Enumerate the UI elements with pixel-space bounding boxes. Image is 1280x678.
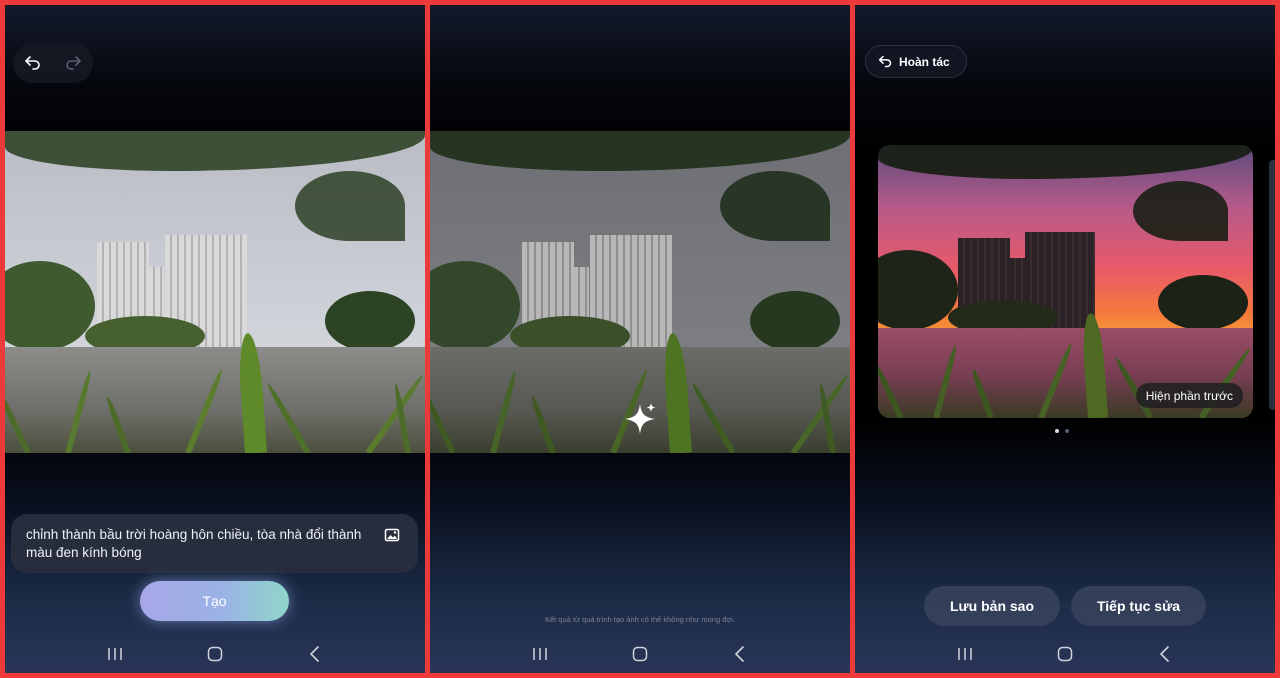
system-nav-bar <box>430 641 850 667</box>
recent-apps-icon <box>533 648 547 660</box>
home-icon <box>632 646 648 662</box>
back-icon <box>734 646 744 662</box>
undo-button[interactable]: Hoàn tác <box>865 45 967 78</box>
undo-redo-bar <box>13 43 93 83</box>
processing-photo <box>430 131 850 453</box>
undo-button[interactable] <box>18 48 48 78</box>
result-photo[interactable]: Hiện phần trước <box>878 145 1253 418</box>
create-button[interactable]: Tạo <box>140 581 289 621</box>
undo-label: Hoàn tác <box>899 54 950 69</box>
prompt-input[interactable]: chỉnh thành bầu trời hoàng hôn chiều, tò… <box>11 514 418 573</box>
result-screen: Hoàn tác Hiện phần trước Lưu bản sao Tiế… <box>855 5 1275 673</box>
recent-apps-button[interactable] <box>520 641 560 667</box>
save-copy-button[interactable]: Lưu bản sao <box>924 586 1060 626</box>
back-button[interactable] <box>1145 641 1185 667</box>
screenshot-frame: chỉnh thành bầu trời hoàng hôn chiều, tò… <box>0 0 1280 678</box>
edit-prompt-screen: chỉnh thành bầu trời hoàng hôn chiều, tò… <box>5 5 425 673</box>
sparkle-icon <box>622 401 658 442</box>
page-dot[interactable] <box>1065 429 1069 433</box>
original-photo <box>5 131 425 453</box>
home-button[interactable] <box>1045 641 1085 667</box>
home-button[interactable] <box>195 641 235 667</box>
next-result-peek[interactable] <box>1269 160 1275 410</box>
back-icon <box>1159 646 1169 662</box>
back-icon <box>309 646 319 662</box>
page-dot-active[interactable] <box>1055 429 1059 433</box>
prompt-text: chỉnh thành bầu trời hoàng hôn chiều, tò… <box>26 527 362 560</box>
redo-icon <box>66 56 81 70</box>
recent-apps-icon <box>108 648 122 660</box>
redo-button[interactable] <box>58 48 88 78</box>
home-icon <box>1057 646 1073 662</box>
system-nav-bar <box>5 641 425 667</box>
continue-edit-button[interactable]: Tiếp tục sửa <box>1071 586 1206 626</box>
system-nav-bar <box>855 641 1275 667</box>
show-before-button[interactable]: Hiện phần trước <box>1135 383 1243 408</box>
page-indicator <box>1055 429 1069 433</box>
recent-apps-button[interactable] <box>95 641 135 667</box>
home-button[interactable] <box>620 641 660 667</box>
recent-apps-icon <box>958 648 972 660</box>
undo-icon <box>878 55 892 68</box>
image-icon[interactable] <box>384 527 400 548</box>
generating-screen: Kết quả từ quá trình tạo ảnh có thể khôn… <box>430 5 850 673</box>
disclaimer-text: Kết quả từ quá trình tạo ảnh có thể khôn… <box>544 615 736 624</box>
recent-apps-button[interactable] <box>945 641 985 667</box>
undo-icon <box>25 56 40 70</box>
back-button[interactable] <box>720 641 760 667</box>
home-icon <box>207 646 223 662</box>
back-button[interactable] <box>295 641 335 667</box>
